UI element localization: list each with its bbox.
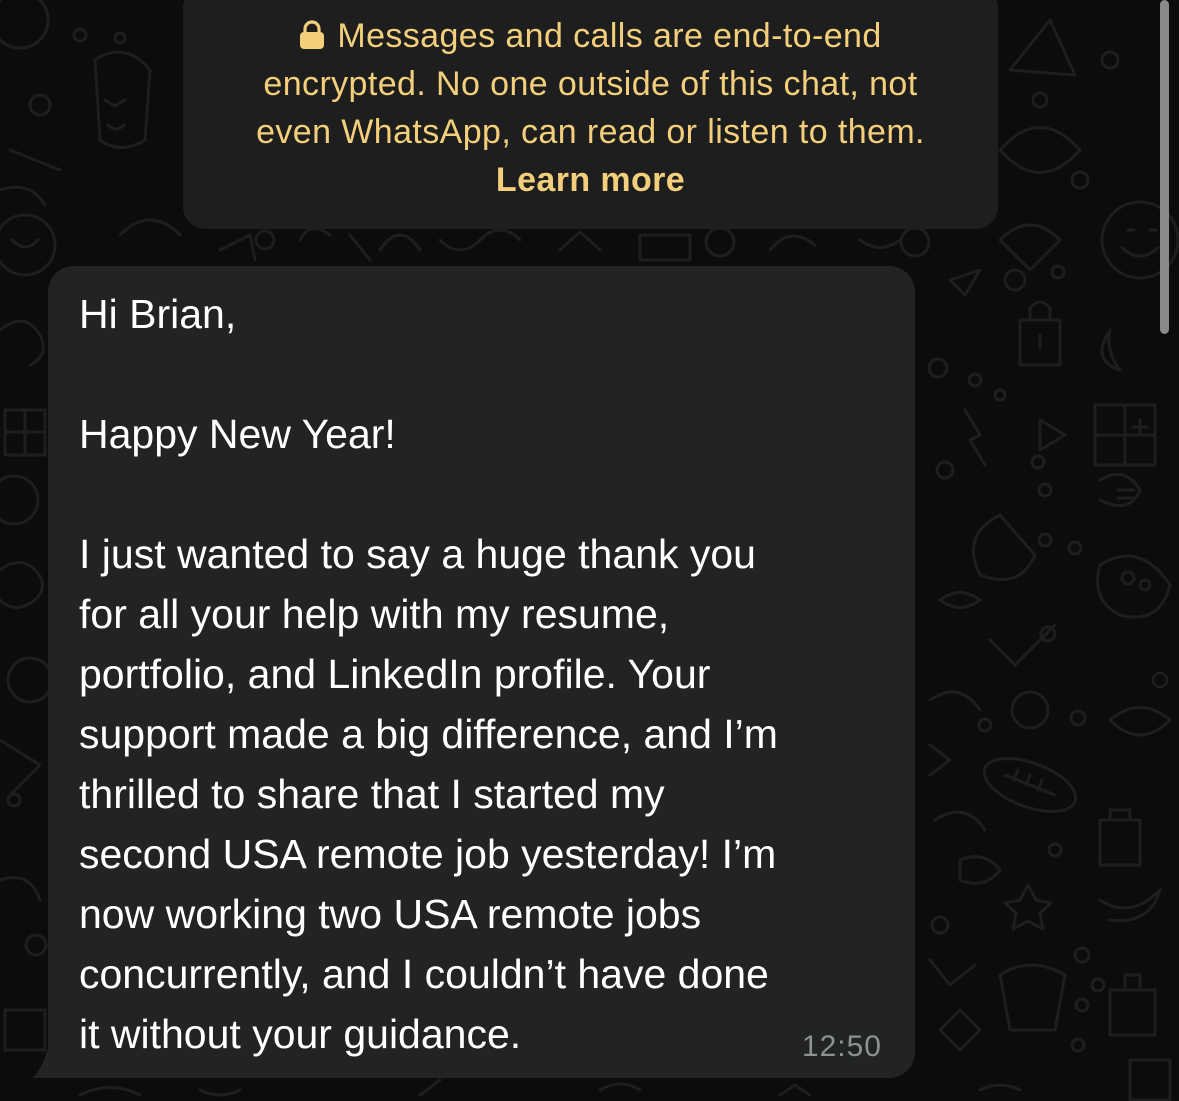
lock-icon: [300, 20, 325, 49]
message-body-line: it without your guidance.: [79, 1011, 522, 1057]
bubble-tail: [32, 1048, 48, 1078]
chat-view: Messages and calls are end-to-end encryp…: [0, 0, 1179, 1101]
scrollbar[interactable]: [1160, 0, 1169, 334]
message-body-line: now working two USA remote jobs: [79, 891, 702, 937]
notice-line-1: Messages and calls are end-to-end: [183, 12, 998, 60]
message-body-line: thrilled to share that I started my: [79, 771, 665, 817]
notice-line-2: encrypted. No one outside of this chat, …: [263, 65, 918, 103]
message-body-line: portfolio, and LinkedIn profile. Your: [79, 651, 711, 697]
notice-line-3: even WhatsApp, can read or listen to the…: [256, 113, 925, 151]
message-body-line: second USA remote job yesterday! I’m: [79, 831, 777, 877]
message-body-line: for all your help with my resume,: [79, 591, 670, 637]
message-timestamp: 12:50: [801, 1030, 882, 1063]
message-body-line: I just wanted to say a huge thank you: [79, 531, 756, 577]
message-greeting: Hi Brian,: [79, 291, 237, 337]
encryption-notice[interactable]: Messages and calls are end-to-end encryp…: [183, 0, 998, 229]
message-body-line: concurrently, and I couldn’t have done: [79, 951, 769, 997]
notice-text-1: Messages and calls are end-to-end: [337, 17, 882, 55]
incoming-message-bubble[interactable]: Hi Brian, Happy New Year! I just wanted …: [48, 266, 915, 1078]
message-happy-new-year: Happy New Year!: [79, 411, 396, 457]
message-body-line: support made a big difference, and I’m: [79, 711, 778, 757]
learn-more-link[interactable]: Learn more: [496, 156, 685, 204]
